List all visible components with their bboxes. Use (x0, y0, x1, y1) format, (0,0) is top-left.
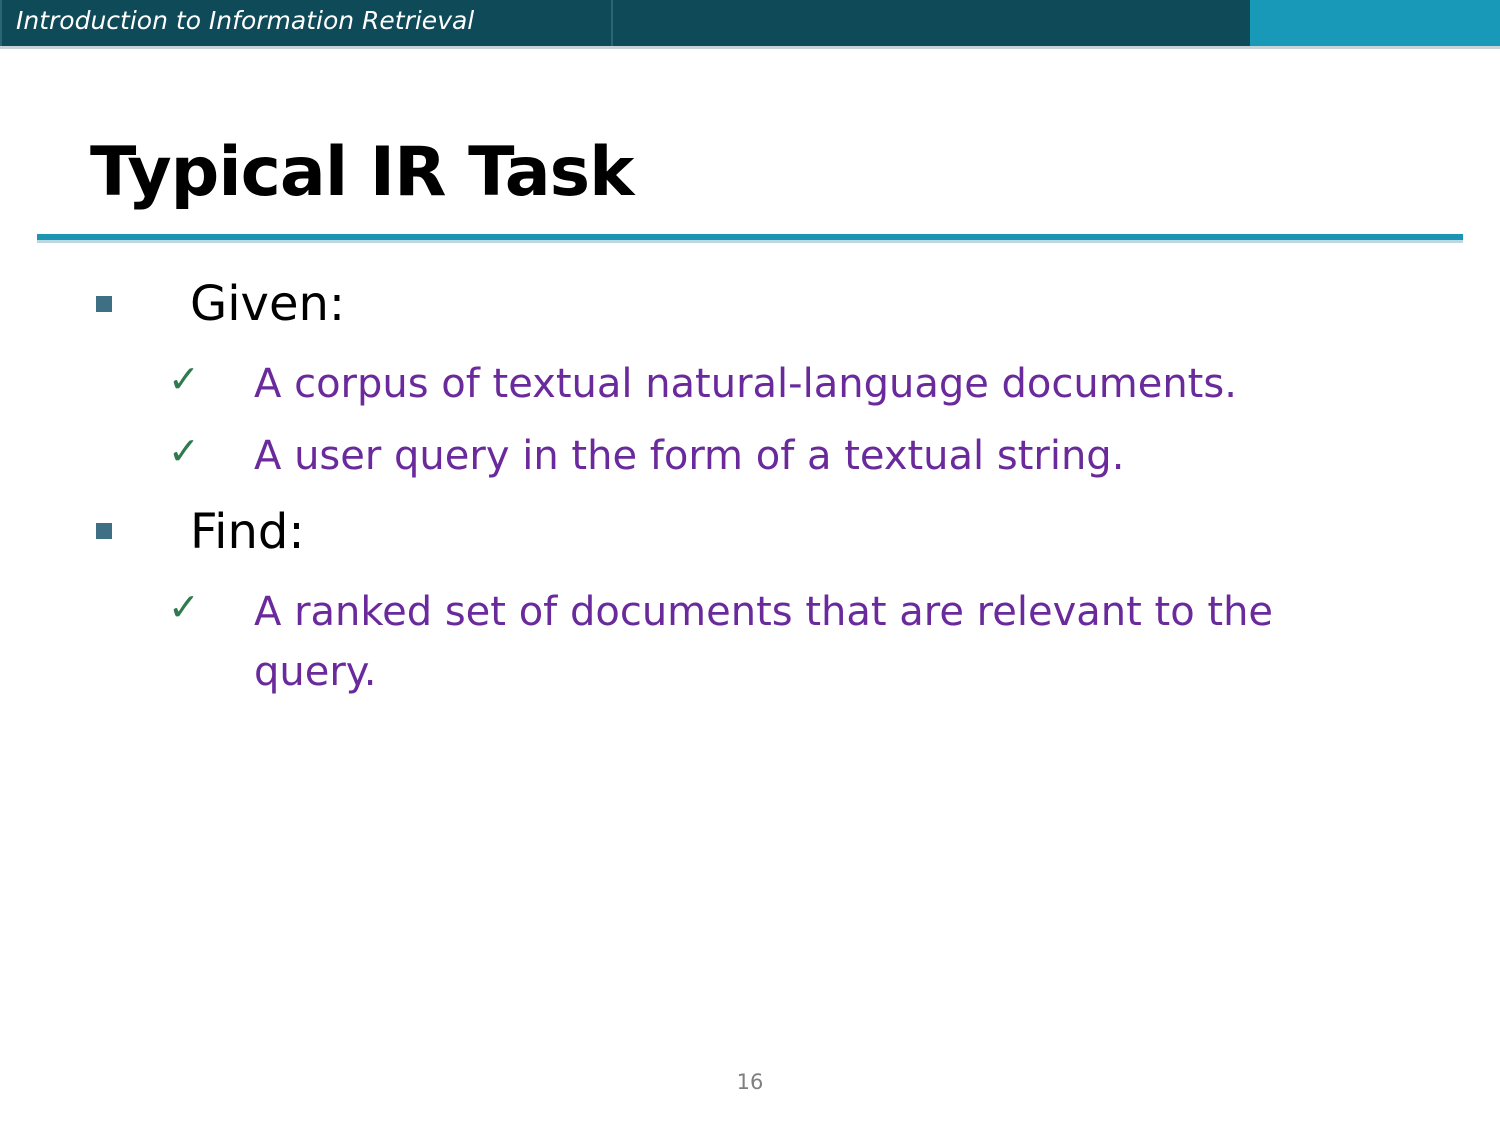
slide-header: Introduction to Information Retrieval (0, 0, 1500, 46)
checkmark-icon: ✓ (168, 429, 200, 473)
title-underline-shadow (37, 240, 1463, 243)
course-title: Introduction to Information Retrieval (16, 6, 475, 35)
bullet-item: A ranked set of documents that are relev… (254, 589, 1274, 695)
header-shadow (0, 46, 1500, 49)
header-accent-band (1250, 0, 1500, 46)
checkmark-icon: ✓ (168, 585, 200, 629)
page-number: 16 (736, 1070, 764, 1094)
square-bullet-icon (96, 296, 112, 312)
section-label-given: Given: (190, 276, 346, 332)
square-bullet-icon (96, 523, 112, 539)
header-left-edge (0, 0, 2, 46)
section-label-find: Find: (190, 504, 305, 560)
bullet-item: A corpus of textual natural-language doc… (254, 361, 1237, 407)
checkmark-icon: ✓ (168, 357, 200, 401)
header-divider (611, 0, 613, 46)
slide-title: Typical IR Task (90, 133, 634, 212)
bullet-item: A user query in the form of a textual st… (254, 433, 1125, 479)
